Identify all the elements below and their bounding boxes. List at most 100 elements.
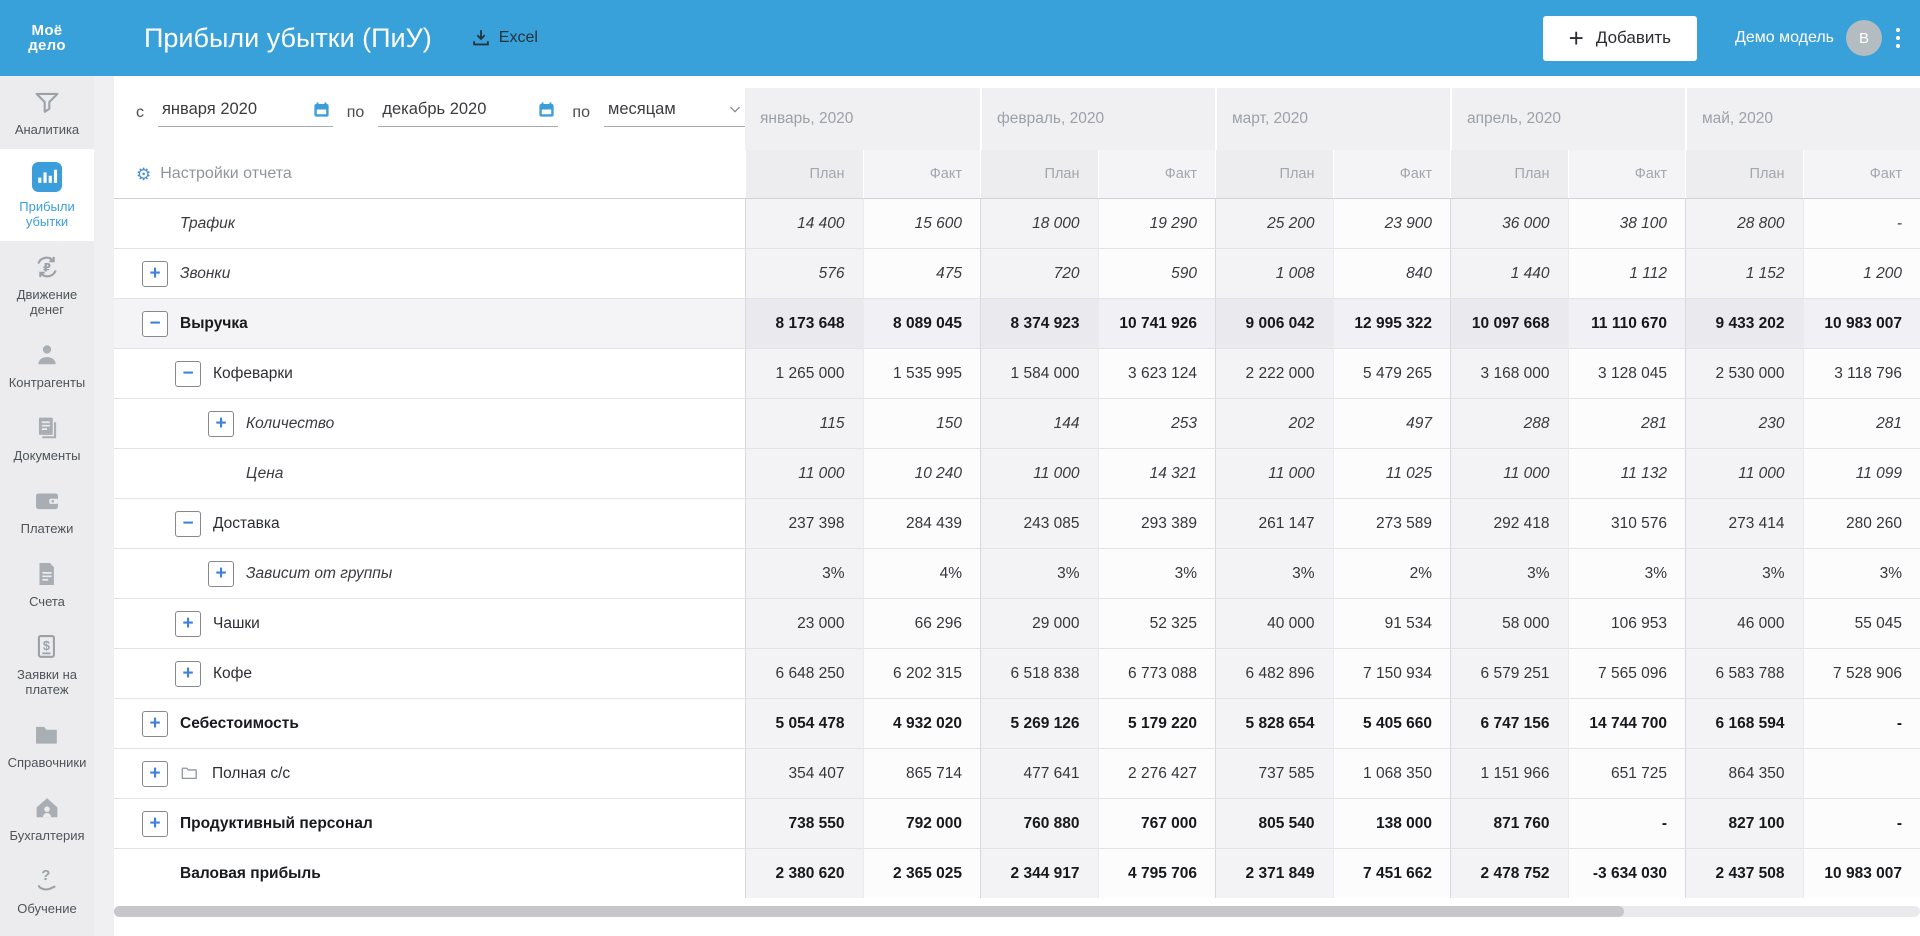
report-settings-button[interactable]: ⚙ Настройки отчета — [114, 150, 745, 198]
fact-value-cell: 475 — [862, 248, 980, 298]
fact-column-header: Факт — [862, 150, 980, 198]
row-label-cell: Трафик — [114, 198, 745, 248]
fact-value-cell: 15 600 — [862, 198, 980, 248]
education-icon: ? — [37, 867, 56, 891]
accounting-icon — [36, 798, 58, 818]
fact-value-cell: 273 589 — [1332, 498, 1450, 548]
period-select[interactable]: месяцам — [603, 100, 745, 127]
fact-value-cell: 5 179 220 — [1097, 698, 1215, 748]
horizontal-scrollbar[interactable] — [114, 906, 1920, 917]
profit-loss-icon — [31, 161, 63, 193]
plan-value-cell: 18 000 — [980, 198, 1098, 248]
fact-column-header: Факт — [1802, 150, 1920, 198]
to-label: по — [346, 104, 365, 121]
fact-value-cell: 6 202 315 — [862, 648, 980, 698]
fact-value-cell: 284 439 — [862, 498, 980, 548]
sidebar-item-cashflow[interactable]: ₽ Движение денег — [0, 241, 94, 329]
sidebar-item-accounting[interactable]: Бухгалтерия — [0, 782, 94, 855]
expand-row-button[interactable]: + — [142, 260, 168, 287]
expand-row-button[interactable]: + — [175, 660, 201, 687]
fact-value-cell: 38 100 — [1567, 198, 1685, 248]
account-menu[interactable]: Демо модель B — [1735, 20, 1882, 56]
collapse-row-button[interactable]: − — [175, 510, 201, 537]
plan-value-cell: 720 — [980, 248, 1098, 298]
sidebar-item-analytics[interactable]: Аналитика — [0, 76, 94, 149]
from-label: с — [136, 104, 144, 121]
sidebar-item-label: Аналитика — [14, 122, 80, 137]
date-to-field[interactable]: декабрь 2020 — [378, 99, 559, 127]
app-logo[interactable]: Моё дело — [0, 23, 94, 53]
month-header: апрель, 2020 — [1450, 76, 1685, 150]
expand-row-button[interactable]: + — [142, 810, 168, 837]
plan-value-cell: 40 000 — [1215, 598, 1333, 648]
plan-value-cell: 9 433 202 — [1685, 298, 1803, 348]
fact-value-cell: 7 150 934 — [1332, 648, 1450, 698]
plan-value-cell: 288 — [1450, 398, 1568, 448]
expand-row-button[interactable]: + — [142, 710, 168, 737]
plan-value-cell: 3% — [1215, 548, 1333, 598]
fact-value-cell: 865 714 — [862, 748, 980, 798]
plan-value-cell: 273 414 — [1685, 498, 1803, 548]
horizontal-scrollbar-thumb[interactable] — [114, 906, 1624, 917]
add-button-label: Добавить — [1595, 28, 1671, 47]
add-button[interactable]: + Добавить — [1542, 15, 1697, 61]
plan-value-cell: 2 344 917 — [980, 848, 1098, 898]
plan-value-cell: 292 418 — [1450, 498, 1568, 548]
sidebar-item-payments[interactable]: Платежи — [0, 475, 94, 548]
plan-value-cell: 8 374 923 — [980, 298, 1098, 348]
collapse-row-button[interactable]: − — [175, 360, 201, 387]
sidebar-item-education[interactable]: ? Обучение — [0, 855, 94, 928]
fact-value-cell: 11 110 670 — [1567, 298, 1685, 348]
sidebar-item-label: Обучение — [17, 901, 77, 916]
row-label: Кофе — [213, 664, 253, 682]
sidebar-item-label: Документы — [13, 448, 81, 463]
plan-value-cell: 5 054 478 — [745, 698, 863, 748]
expand-row-button[interactable]: + — [208, 410, 234, 437]
plan-value-cell: 5 269 126 — [980, 698, 1098, 748]
fact-value-cell: 281 — [1802, 398, 1920, 448]
plan-value-cell: 6 747 156 — [1450, 698, 1568, 748]
plan-value-cell: 11 000 — [980, 448, 1098, 498]
sidebar-item-documents[interactable]: Документы — [0, 402, 94, 475]
row-label-cell: + Себестоимость — [114, 698, 745, 748]
plan-value-cell: 737 585 — [1215, 748, 1333, 798]
plan-value-cell: 354 407 — [745, 748, 863, 798]
sidebar-item-directories[interactable]: Справочники — [0, 709, 94, 782]
excel-export-button[interactable]: Excel — [470, 27, 538, 49]
sidebar-item-profit-loss[interactable]: Прибыли убытки — [0, 149, 94, 241]
fact-value-cell: - — [1802, 698, 1920, 748]
documents-icon — [38, 417, 57, 439]
expand-row-button[interactable]: + — [208, 560, 234, 587]
collapse-row-button[interactable]: − — [142, 310, 168, 337]
date-from-field[interactable]: января 2020 — [158, 100, 333, 127]
row-label-cell: + Количество — [114, 398, 745, 448]
fact-column-header: Факт — [1567, 150, 1685, 198]
plan-value-cell: 3% — [745, 548, 863, 598]
row-label-cell: Валовая прибыль — [114, 848, 745, 898]
plan-column-header: План — [1215, 150, 1333, 198]
month-header: март, 2020 — [1215, 76, 1450, 150]
fact-value-cell: 3 128 045 — [1567, 348, 1685, 398]
plan-value-cell: 11 000 — [1685, 448, 1803, 498]
plan-value-cell: 202 — [1215, 398, 1333, 448]
fact-column-header: Факт — [1097, 150, 1215, 198]
sidebar-item-label: Бухгалтерия — [9, 828, 85, 843]
sidebar-item-contractors[interactable]: Контрагенты — [0, 329, 94, 402]
sidebar-item-payment-requests[interactable]: $ Заявки на платеж — [0, 621, 94, 709]
expand-row-button[interactable]: + — [142, 760, 168, 787]
expand-row-button[interactable]: + — [175, 610, 201, 637]
fact-value-cell: 281 — [1567, 398, 1685, 448]
plan-value-cell: 1 152 — [1685, 248, 1803, 298]
svg-text:$: $ — [43, 639, 50, 653]
plan-value-cell: 871 760 — [1450, 798, 1568, 848]
date-to-value: декабрь 2020 — [382, 99, 487, 118]
plan-value-cell: 1 151 966 — [1450, 748, 1568, 798]
kebab-menu-icon[interactable] — [1896, 28, 1900, 48]
row-label-cell: + Кофе — [114, 648, 745, 698]
fact-value-cell: 12 995 322 — [1332, 298, 1450, 348]
fact-value-cell: 1 112 — [1567, 248, 1685, 298]
fact-value-cell: - — [1802, 198, 1920, 248]
sidebar-item-invoices[interactable]: Счета — [0, 548, 94, 621]
plan-value-cell: 28 800 — [1685, 198, 1803, 248]
row-label: Кофеварки — [213, 364, 293, 382]
